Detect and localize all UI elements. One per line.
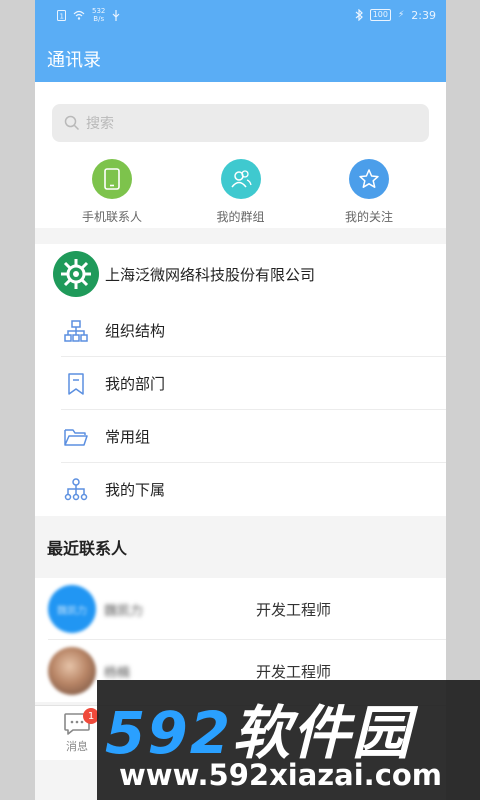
folder-icon [63,424,89,450]
phone-icon [104,168,120,190]
menu-item-common-groups[interactable]: 常用组 [35,410,446,463]
star-icon [359,169,379,188]
clock: 2:39 [411,8,436,22]
bookmark-icon [63,371,89,397]
contact-role: 开发工程师 [256,600,332,619]
contact-role: 开发工程师 [256,662,332,681]
page-title: 通讯录 [47,50,101,71]
watermark-brand-text: 软件园 [232,699,413,767]
watermark-overlay: 592软件园 www.592xiazai.com [97,680,480,800]
recent-contacts-heading: 最近联系人 [35,516,446,578]
sim-icon: 1 [57,9,66,21]
company-row[interactable]: 上海泛微网络科技股份有限公司 [35,244,446,304]
contact-name: 魏凯力 [104,603,144,619]
quick-link-label: 我的群组 [216,210,265,224]
menu-item-label: 常用组 [105,428,151,446]
status-left: 1 532 B/s [57,7,120,23]
group-icon [230,170,252,188]
subordinate-icon [63,477,89,503]
page-title-bar: 通讯录 [35,30,446,82]
recent-contacts-title: 最近联系人 [47,539,128,558]
status-bar: 1 532 B/s 100 ⚡ 2:39 [35,0,446,30]
list-item[interactable]: 魏凯力 魏凯力 开发工程师 [35,578,446,640]
quick-link-label: 手机联系人 [81,210,142,224]
contact-name: 杨楠 [104,665,131,681]
menu-item-label: 我的部门 [105,375,166,393]
avatar: 魏凯力 [48,585,96,633]
company-logo-icon [61,259,91,289]
menu-item-org-structure[interactable]: 组织结构 [35,304,446,357]
quick-links: 手机联系人 我的群组 我的关注 [52,159,429,225]
quick-link-phone-contacts[interactable]: 手机联系人 [52,159,172,225]
watermark-brand-digits: 592 [105,699,233,767]
usb-icon [112,9,120,21]
quick-link-circle [92,159,132,199]
search-input[interactable]: 搜索 [52,104,429,142]
net-speed-value: 532 [92,7,106,15]
company-name: 上海泛微网络科技股份有限公司 [105,265,316,284]
net-speed-unit: B/s [93,15,105,23]
search-section: 搜索 手机联系人 我的群组 我的关注 [35,82,446,228]
wifi-icon [73,10,85,20]
menu-item-label: 组织结构 [105,322,166,340]
search-icon [64,115,80,131]
menu-item-my-department[interactable]: 我的部门 [35,357,446,410]
menu-item-label: 我的下属 [105,481,166,499]
search-placeholder: 搜索 [86,116,114,132]
bluetooth-icon [355,9,363,21]
section-gap [35,228,446,244]
avatar [48,647,96,695]
charging-icon: ⚡ [397,10,405,20]
contacts-menu: 组织结构 我的部门 常用组 我的下属 [35,304,446,516]
quick-link-my-follows[interactable]: 我的关注 [309,159,429,225]
status-right: 100 ⚡ 2:39 [355,9,436,22]
company-logo [53,251,99,297]
avatar-text: 魏凯力 [57,605,87,617]
svg-text:1: 1 [60,12,64,20]
battery-level: 100 [369,9,391,21]
menu-item-my-subordinates[interactable]: 我的下属 [35,463,446,516]
quick-link-label: 我的关注 [344,210,393,224]
quick-link-my-groups[interactable]: 我的群组 [181,159,301,225]
tab-label: 消息 [66,740,88,753]
org-structure-icon [63,318,89,344]
quick-link-circle [349,159,389,199]
watermark-url: www.592xiazai.com [119,758,443,792]
quick-link-circle [220,159,261,199]
net-speed: 532 B/s [92,7,105,23]
